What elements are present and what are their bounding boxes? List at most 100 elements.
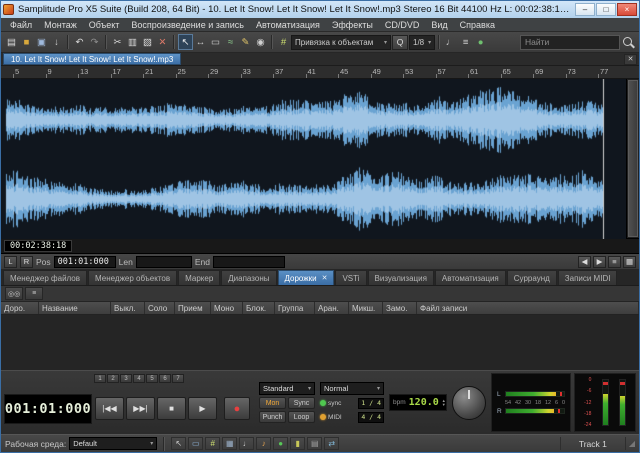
dock-tab[interactable]: Сурраунд bbox=[507, 270, 557, 285]
right-channel-button[interactable]: R bbox=[20, 256, 33, 268]
column-header[interactable]: Моно bbox=[211, 302, 243, 314]
search-input[interactable] bbox=[520, 35, 620, 50]
paste-icon[interactable]: ▧ bbox=[140, 34, 155, 50]
marker-button[interactable]: 7 bbox=[172, 374, 184, 383]
timeline-ruler[interactable]: 591317212529333741454953576165697377 bbox=[1, 66, 639, 79]
track-list[interactable] bbox=[1, 315, 639, 370]
skip-to-start-button[interactable]: |◀◀ bbox=[95, 397, 124, 420]
bpm-value[interactable]: 120.0 bbox=[409, 397, 439, 408]
master-volume-knob[interactable] bbox=[452, 386, 486, 420]
close-button[interactable]: × bbox=[617, 3, 637, 16]
metronome-icon[interactable]: ♩ bbox=[443, 34, 458, 50]
sync-icon[interactable]: ⇄ bbox=[324, 437, 339, 450]
menu-item[interactable]: Автоматизация bbox=[250, 18, 326, 31]
column-header[interactable]: Доро. bbox=[1, 302, 39, 314]
marker-button[interactable]: 6 bbox=[159, 374, 171, 383]
document-tab[interactable]: 10. Let It Snow! Let It Snow! Let It Sno… bbox=[3, 53, 181, 65]
draw-mouse-mode-icon[interactable]: ✎ bbox=[238, 34, 253, 50]
quantize-button[interactable]: Q bbox=[392, 35, 408, 50]
column-header[interactable]: Название bbox=[39, 302, 111, 314]
disk-icon[interactable]: ▤ bbox=[307, 437, 322, 450]
dock-tab[interactable]: Диапазоны bbox=[221, 270, 276, 285]
waveform-canvas[interactable] bbox=[1, 79, 626, 239]
search-icon[interactable] bbox=[620, 35, 636, 50]
marker-button[interactable]: 2 bbox=[107, 374, 119, 383]
end-field[interactable] bbox=[213, 256, 285, 268]
tempo-mode-select[interactable]: Normal ▾ bbox=[320, 382, 384, 395]
column-header[interactable]: Блок. bbox=[243, 302, 275, 314]
metronome-icon[interactable]: ♩ bbox=[239, 437, 254, 450]
snap-toggle-icon[interactable]: # bbox=[276, 34, 291, 50]
object-mode-icon[interactable]: ▭ bbox=[188, 437, 203, 450]
column-header[interactable]: Аран. bbox=[315, 302, 349, 314]
column-header[interactable]: Группа bbox=[275, 302, 315, 314]
mixer-icon[interactable]: ≡ bbox=[458, 34, 473, 50]
marker-button[interactable]: 4 bbox=[133, 374, 145, 383]
menu-item[interactable]: Объект bbox=[83, 18, 126, 31]
monitor-button[interactable]: Mon bbox=[259, 397, 286, 409]
maximize-button[interactable]: □ bbox=[596, 3, 616, 16]
time-signature[interactable]: 4 / 4 bbox=[358, 412, 384, 423]
delete-icon[interactable]: ✕ bbox=[155, 34, 170, 50]
sync-button[interactable]: Sync bbox=[288, 397, 315, 409]
copy-icon[interactable]: ▥ bbox=[125, 34, 140, 50]
menu-item[interactable]: Файл bbox=[4, 18, 38, 31]
resize-grip[interactable]: ◢ bbox=[629, 440, 635, 448]
marker-button[interactable]: 1 bbox=[94, 374, 106, 383]
column-header[interactable]: Соло bbox=[145, 302, 175, 314]
record-button[interactable]: ● bbox=[224, 397, 250, 420]
menu-item[interactable]: CD/DVD bbox=[379, 18, 426, 31]
export-audio-icon[interactable]: ↓ bbox=[49, 34, 64, 50]
curve-mouse-mode-icon[interactable]: ≈ bbox=[223, 34, 238, 50]
mouse-mode-icon[interactable]: ↖ bbox=[171, 437, 186, 450]
column-header[interactable]: Прием bbox=[175, 302, 211, 314]
menu-item[interactable]: Воспроизведение и запись bbox=[125, 18, 250, 31]
undo-icon[interactable]: ↶ bbox=[72, 34, 87, 50]
stepper-down-icon[interactable]: ▼ bbox=[442, 403, 446, 407]
column-header[interactable]: Выкл. bbox=[111, 302, 145, 314]
grid-icon[interactable]: ▦ bbox=[222, 437, 237, 450]
range-next-button[interactable]: ▶ bbox=[593, 256, 606, 268]
monitor-icon[interactable]: ● bbox=[273, 437, 288, 450]
dock-tab[interactable]: Записи MIDI bbox=[558, 270, 618, 285]
midi-icon[interactable]: ♪ bbox=[256, 437, 271, 450]
range-prev-button[interactable]: ◀ bbox=[578, 256, 591, 268]
snap-to-objects-select[interactable]: Привязка к объектам▾ bbox=[291, 35, 391, 50]
cpu-meter-icon[interactable]: ▮ bbox=[290, 437, 305, 450]
minimize-button[interactable]: – bbox=[575, 3, 595, 16]
dock-tab[interactable]: Визуализация bbox=[368, 270, 434, 285]
quantize-value[interactable]: 1 / 4 bbox=[358, 398, 384, 409]
dock-tab[interactable]: Менеджер файлов bbox=[3, 270, 87, 285]
dock-tab[interactable]: Менеджер объектов bbox=[88, 270, 177, 285]
zoom-mouse-mode-icon[interactable]: ◉ bbox=[253, 34, 268, 50]
snap-icon[interactable]: # bbox=[205, 437, 220, 450]
open-project-icon[interactable]: ■ bbox=[19, 34, 34, 50]
play-button[interactable]: ▶ bbox=[188, 397, 217, 420]
range-mouse-mode-icon[interactable]: ↔ bbox=[193, 34, 208, 50]
vertical-scrollbar[interactable] bbox=[626, 79, 639, 238]
play-mode-select[interactable]: Standard ▾ bbox=[259, 382, 315, 395]
save-project-icon[interactable]: ▣ bbox=[34, 34, 49, 50]
new-project-icon[interactable]: ▤ bbox=[4, 34, 19, 50]
dock-tab[interactable]: VSTi bbox=[335, 270, 366, 285]
dock-tab[interactable]: Маркер bbox=[178, 270, 220, 285]
length-field[interactable] bbox=[136, 256, 192, 268]
find-track-icon[interactable]: ◎◎ bbox=[5, 287, 23, 300]
bpm-stepper[interactable]: ▲ ▼ bbox=[442, 399, 446, 407]
grid-value-select[interactable]: 1/8▾ bbox=[409, 35, 435, 50]
left-channel-button[interactable]: L bbox=[4, 256, 17, 268]
cut-icon[interactable]: ✂ bbox=[110, 34, 125, 50]
dock-tab[interactable]: Автоматизация bbox=[435, 270, 506, 285]
grid-view-button[interactable]: ▦ bbox=[623, 256, 636, 268]
universal-mouse-mode-icon[interactable]: ↖ bbox=[178, 34, 193, 50]
menu-item[interactable]: Эффекты bbox=[326, 18, 379, 31]
menu-item[interactable]: Вид bbox=[425, 18, 453, 31]
stop-button[interactable]: ■ bbox=[157, 397, 186, 420]
punch-button[interactable]: Punch bbox=[259, 411, 286, 423]
column-header[interactable]: Микш. bbox=[349, 302, 383, 314]
menu-item[interactable]: Монтаж bbox=[38, 18, 83, 31]
column-header[interactable]: Файл записи bbox=[417, 302, 639, 314]
workspace-select[interactable]: Default ▾ bbox=[69, 437, 157, 450]
loop-button[interactable]: Loop bbox=[288, 411, 315, 423]
range-list-button[interactable]: ≡ bbox=[608, 256, 621, 268]
